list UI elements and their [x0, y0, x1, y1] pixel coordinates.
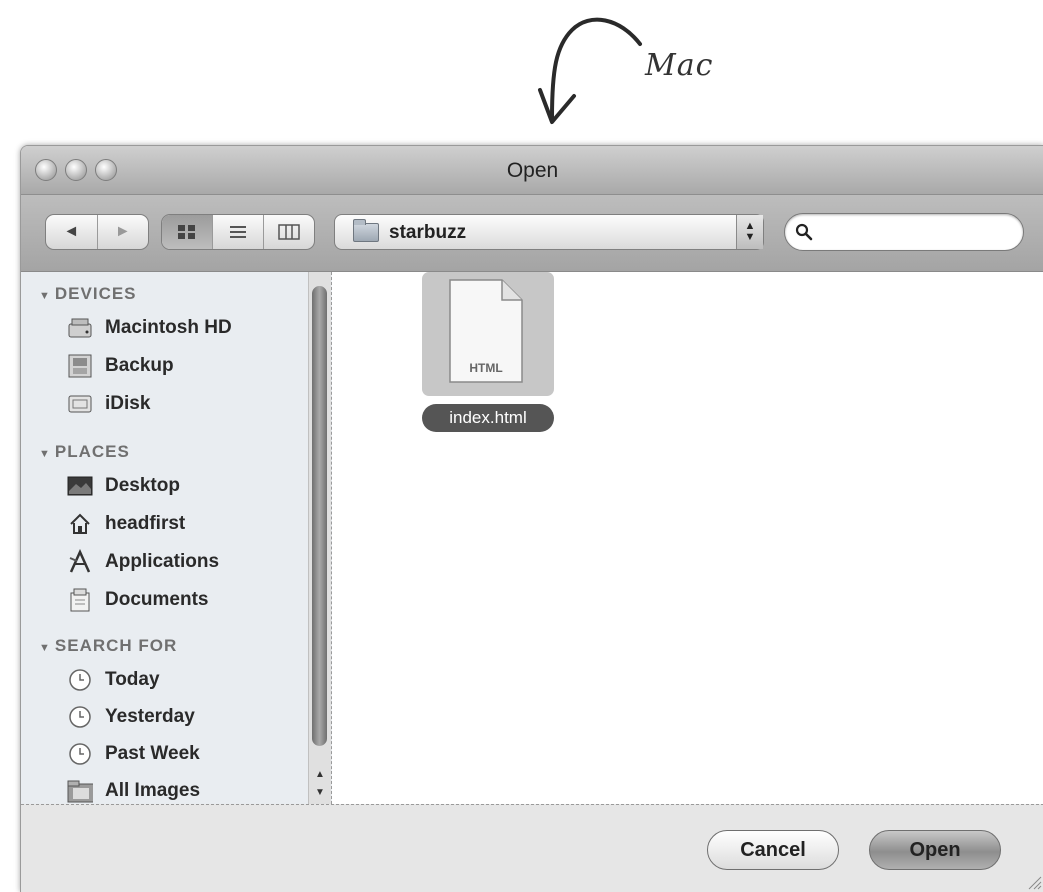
sidebar: ▼ DEVICES Macintosh HD Backup iDisk ▼ PLA: [21, 272, 332, 804]
open-dialog: Open ◄ ► starbuzz ▲ ▼ ▼ DEVICES Macintos…: [20, 145, 1043, 892]
file-name-label: index.html: [422, 404, 554, 432]
window-title: Open: [506, 159, 559, 182]
idisk-icon: [67, 391, 93, 417]
button-bar: Cancel Open: [21, 804, 1043, 892]
search-icon: [795, 223, 813, 241]
devices-heading[interactable]: ▼ DEVICES: [39, 284, 137, 304]
icon-view-button[interactable]: [162, 215, 213, 249]
cancel-button[interactable]: Cancel: [707, 830, 839, 870]
applications-icon: [67, 549, 93, 575]
folder-icon: [353, 219, 379, 242]
disk-icon: [67, 353, 93, 379]
sidebar-item-applications[interactable]: Applications: [67, 546, 219, 578]
list-view-icon: [230, 226, 246, 238]
sidebar-item-headfirst[interactable]: headfirst: [67, 508, 185, 540]
sidebar-item-documents[interactable]: Documents: [67, 584, 208, 616]
sidebar-item-idisk[interactable]: iDisk: [67, 388, 150, 420]
scrollbar-thumb[interactable]: [312, 286, 327, 746]
open-button[interactable]: Open: [869, 830, 1001, 870]
desktop-icon: [67, 473, 93, 499]
icon-view-icon: [178, 225, 195, 239]
location-popup[interactable]: starbuzz ▲ ▼: [334, 214, 764, 250]
clock-icon: [67, 704, 93, 730]
scroll-down-arrow[interactable]: ▼: [309, 784, 331, 802]
resize-grip-icon[interactable]: [1026, 874, 1042, 890]
location-label: starbuzz: [389, 222, 467, 243]
scroll-up-arrow[interactable]: ▲: [309, 766, 331, 784]
sidebar-list: ▼ DEVICES Macintosh HD Backup iDisk ▼ PLA: [21, 272, 307, 804]
html-document-icon: HTML: [449, 279, 523, 383]
images-folder-icon: [67, 778, 93, 804]
column-view-button[interactable]: [264, 215, 314, 249]
sidebar-item-past-week[interactable]: Past Week: [67, 738, 200, 770]
disclosure-triangle-icon: ▼: [39, 290, 51, 302]
sidebar-item-all-images[interactable]: All Images: [67, 775, 200, 804]
title-bar: Open: [21, 146, 1043, 195]
annotation: Mac: [0, 0, 1043, 150]
file-type-badge: HTML: [469, 361, 502, 375]
places-heading[interactable]: ▼ PLACES: [39, 442, 130, 462]
search-field[interactable]: [784, 213, 1024, 251]
clock-icon: [67, 741, 93, 767]
column-view-icon: [278, 224, 300, 240]
disclosure-triangle-icon: ▼: [39, 448, 51, 460]
toolbar: ◄ ► starbuzz ▲ ▼: [21, 195, 1043, 272]
popup-arrows-icon: ▲ ▼: [736, 215, 763, 249]
documents-icon: [67, 587, 93, 613]
sidebar-item-today[interactable]: Today: [67, 664, 160, 696]
sidebar-item-macintosh-hd[interactable]: Macintosh HD: [67, 312, 232, 344]
back-arrow-icon: ◄: [63, 223, 80, 240]
annotation-label: Mac: [645, 48, 714, 83]
hard-drive-icon: [67, 315, 93, 341]
back-button[interactable]: ◄: [46, 215, 98, 249]
home-icon: [67, 511, 93, 537]
file-item-index-html[interactable]: HTML index.html: [422, 272, 558, 432]
sidebar-scrollbar[interactable]: ▲ ▼: [308, 272, 331, 804]
search-for-heading[interactable]: ▼ SEARCH FOR: [39, 636, 177, 656]
back-forward-control: ◄ ►: [45, 214, 149, 250]
view-mode-control: [161, 214, 315, 250]
forward-arrow-icon: ►: [114, 223, 131, 240]
file-browser: HTML index.html: [332, 272, 1043, 804]
list-view-button[interactable]: [213, 215, 264, 249]
sidebar-item-yesterday[interactable]: Yesterday: [67, 701, 195, 733]
sidebar-item-desktop[interactable]: Desktop: [67, 470, 180, 502]
sidebar-item-backup[interactable]: Backup: [67, 350, 174, 382]
search-input[interactable]: [823, 220, 1017, 246]
disclosure-triangle-icon: ▼: [39, 642, 51, 654]
forward-button[interactable]: ►: [98, 215, 149, 249]
clock-icon: [67, 667, 93, 693]
